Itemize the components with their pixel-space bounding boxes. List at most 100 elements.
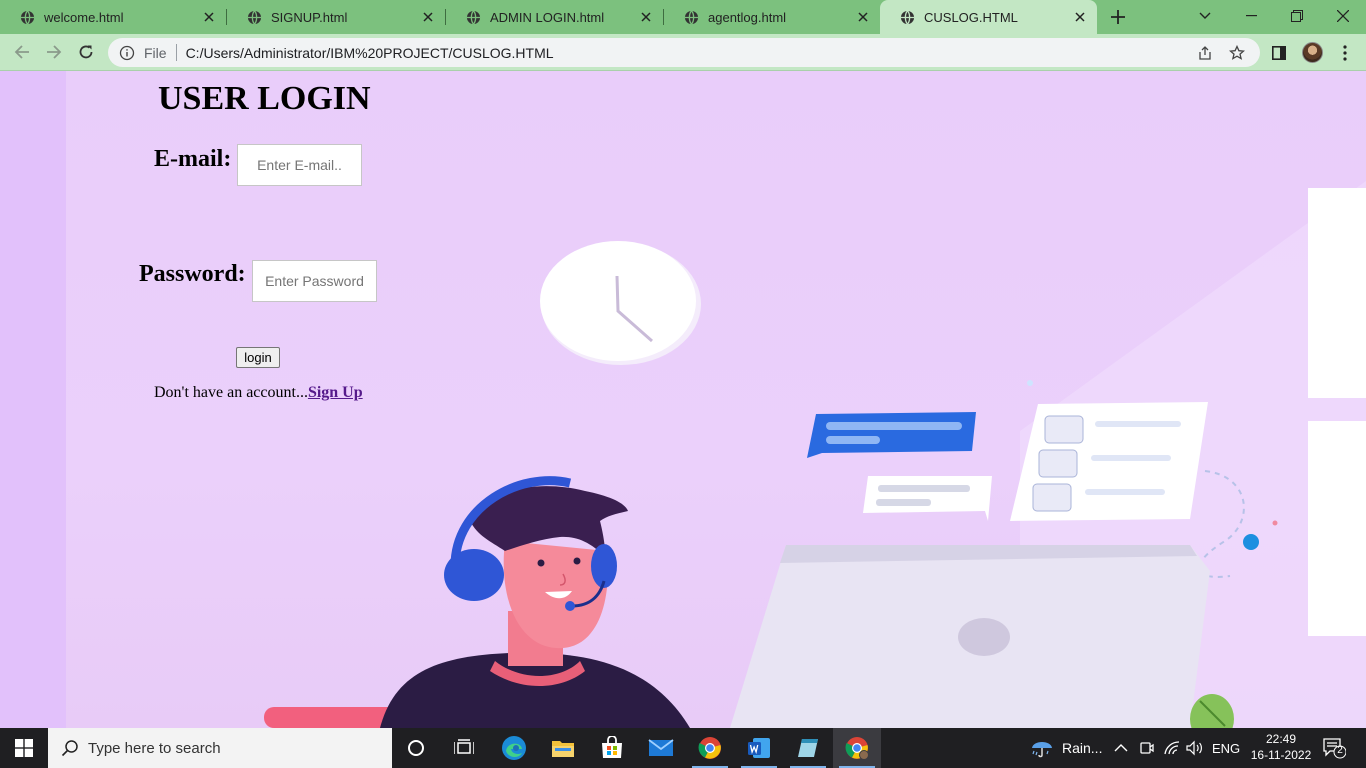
word-icon: [748, 738, 770, 758]
dashboard-card-icon: [1010, 402, 1208, 521]
profile-avatar[interactable]: [1302, 42, 1323, 63]
globe-icon: [466, 9, 481, 25]
show-hidden-icons-button[interactable]: [1114, 728, 1128, 768]
globe-icon: [247, 9, 262, 25]
language-text: ENG: [1212, 740, 1241, 756]
file-explorer-app[interactable]: [539, 728, 587, 768]
email-field[interactable]: [237, 144, 362, 186]
globe-icon: [900, 9, 915, 25]
edge-app[interactable]: [490, 728, 538, 768]
support-agent-avatar: [264, 476, 690, 728]
store-icon: [602, 736, 622, 758]
search-placeholder: Type here to search: [88, 739, 221, 757]
weather-text: Rain...: [1062, 740, 1103, 756]
tab-title: welcome.html: [44, 9, 124, 25]
tab-signup[interactable]: SIGNUP.html: [227, 0, 445, 34]
notification-count: 2: [1337, 745, 1343, 756]
minimize-button[interactable]: [1228, 0, 1274, 32]
word-app[interactable]: [735, 728, 783, 768]
forward-button[interactable]: [42, 40, 66, 64]
page-title: USER LOGIN: [158, 80, 371, 117]
close-tab-icon[interactable]: [856, 10, 870, 24]
clock[interactable]: 22:49 16-11-2022: [1248, 731, 1314, 763]
share-button[interactable]: [1196, 44, 1214, 62]
globe-icon: [20, 9, 35, 25]
address-bar[interactable]: File C:/Users/Administrator/IBM%20PROJEC…: [108, 38, 1260, 67]
network-button[interactable]: [1163, 728, 1181, 768]
mail-app[interactable]: [637, 728, 685, 768]
restore-button[interactable]: [1274, 0, 1320, 32]
notepad-icon: [798, 739, 818, 757]
tab-admin-login[interactable]: ADMIN LOGIN.html: [446, 0, 663, 34]
task-view-icon: [454, 739, 474, 754]
star-icon: [1229, 44, 1245, 60]
clock-time: 22:49: [1265, 732, 1297, 746]
chrome-icon: [845, 737, 869, 760]
store-app[interactable]: [588, 728, 636, 768]
taskbar: Type here to search Rain... ENG 22:49 16…: [0, 728, 1366, 768]
task-view-button[interactable]: [440, 728, 488, 768]
tab-title: agentlog.html: [708, 9, 787, 25]
search-icon: [61, 740, 78, 757]
restore-icon: [1291, 10, 1303, 22]
volume-button[interactable]: [1186, 728, 1204, 768]
close-tab-icon[interactable]: [421, 10, 435, 24]
tab-agentlog[interactable]: agentlog.html: [664, 0, 880, 34]
signup-link[interactable]: Sign Up: [308, 384, 363, 401]
notification-center-button[interactable]: 2: [1322, 728, 1346, 768]
edge-icon: [502, 736, 526, 760]
menu-button[interactable]: [1334, 42, 1356, 64]
tab-welcome[interactable]: welcome.html: [0, 0, 226, 34]
signup-prompt: Don't have an account...Sign Up: [154, 384, 363, 402]
share-icon: [1199, 45, 1211, 60]
back-button[interactable]: [10, 40, 34, 64]
close-window-button[interactable]: [1320, 0, 1366, 32]
info-icon[interactable]: [119, 45, 135, 61]
tab-strip: welcome.html SIGNUP.html ADMIN LOGIN.htm…: [0, 0, 1366, 34]
divider: [175, 44, 177, 61]
login-button[interactable]: login: [236, 347, 280, 368]
notepad-app[interactable]: [784, 728, 832, 768]
chevron-down-icon: [1199, 12, 1211, 19]
tab-title: SIGNUP.html: [271, 9, 348, 25]
video-icon: [1140, 742, 1154, 754]
taskbar-search[interactable]: Type here to search: [48, 728, 392, 768]
chrome-app[interactable]: [686, 728, 734, 768]
language-indicator[interactable]: ENG: [1212, 728, 1240, 768]
speaker-icon: [1186, 740, 1202, 756]
mail-icon: [648, 739, 674, 756]
window-panel: [1308, 188, 1366, 398]
side-panel-button[interactable]: [1268, 42, 1290, 64]
weather-widget[interactable]: Rain...: [1030, 728, 1102, 768]
start-button[interactable]: [0, 728, 48, 768]
cortana-icon: [408, 740, 424, 756]
tab-title: CUSLOG.HTML: [924, 9, 1018, 25]
kebab-menu-icon: [1343, 45, 1347, 61]
url-text[interactable]: C:/Users/Administrator/IBM%20PROJECT/CUS…: [186, 45, 1196, 61]
tab-search-button[interactable]: [1182, 0, 1228, 32]
reload-button[interactable]: [74, 40, 98, 64]
plus-icon: [1111, 10, 1125, 24]
close-tab-icon[interactable]: [202, 10, 216, 24]
password-field[interactable]: [252, 260, 377, 302]
meet-now-button[interactable]: [1140, 728, 1154, 768]
new-tab-button[interactable]: [1108, 7, 1128, 27]
cortana-button[interactable]: [392, 728, 440, 768]
password-label: Password:: [139, 261, 246, 287]
chat-bubble-icon: [807, 412, 976, 458]
tab-cuslog[interactable]: CUSLOG.HTML: [880, 0, 1097, 34]
minimize-icon: [1245, 15, 1257, 17]
bookmark-button[interactable]: [1228, 44, 1246, 62]
folder-icon: [552, 741, 574, 757]
tab-title: ADMIN LOGIN.html: [490, 9, 605, 25]
close-tab-icon[interactable]: [639, 10, 653, 24]
chrome-app-active[interactable]: [833, 728, 881, 768]
arrow-left-icon: [14, 45, 29, 59]
clock-icon: [540, 241, 701, 365]
umbrella-icon: [1032, 742, 1052, 758]
clock-date: 16-11-2022: [1250, 748, 1312, 762]
signup-prompt-text: Don't have an account...: [154, 384, 308, 401]
chevron-up-icon: [1114, 744, 1128, 752]
close-tab-icon[interactable]: [1073, 10, 1087, 24]
globe-icon: [684, 9, 699, 25]
